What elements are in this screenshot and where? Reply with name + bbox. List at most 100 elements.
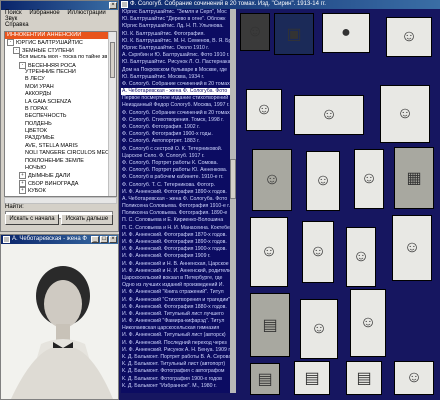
tree-item[interactable]: НОЧЬЮ xyxy=(5,165,116,172)
list-item[interactable]: Юргис Балтрушайтис. "Земля и Серп", Мос xyxy=(121,9,230,16)
list-item[interactable]: К. Д. Бальмонт. Титульный лист (автопорт… xyxy=(121,361,230,368)
list-item[interactable]: Царскосельский вокзал в Петербурге, где xyxy=(121,275,230,282)
list-item[interactable]: И. Ф. Анненский и Н. В. Анненская, Царск… xyxy=(121,261,230,268)
tree-item[interactable]: ПОЛДЕНЬ xyxy=(5,121,116,128)
tree-scrollbar[interactable] xyxy=(108,32,116,196)
tree-item[interactable]: - ЮРГИС БАЛТРУШАЙТИС xyxy=(5,39,116,47)
list-item[interactable]: И. Ф. Анненский. Фотография 1890-х годов… xyxy=(121,239,230,246)
book-cover-thumb-3[interactable]: ▤ xyxy=(250,363,280,395)
list-item[interactable]: Ю. Балтрушайтис. Рисунок Л. О. Пастернак… xyxy=(121,59,230,66)
list-item[interactable]: И. Ф. Анненский. Фотография 1890-х годов… xyxy=(121,189,230,196)
collapse-icon[interactable]: - xyxy=(19,61,26,69)
illustration-list[interactable]: Юргис Балтрушайтис. "Земля и Серп", Мос Ю… xyxy=(121,9,230,393)
portrait-thumb-4[interactable]: ☺ xyxy=(380,85,430,143)
tree-item[interactable]: - ВЕСЕННЯЯ РОСА xyxy=(5,61,116,69)
list-item[interactable]: Царское Село. Ф. Сологуб. 1917 г. xyxy=(121,153,230,160)
list-item[interactable]: А. Чеботаревская - жена Ф. Сологуба. Фот… xyxy=(121,88,230,96)
portrait-thumb-14[interactable]: ☺ xyxy=(394,361,434,395)
list-item[interactable]: Ф. Сологуб. Фотография 1900-х годы. xyxy=(121,131,230,138)
list-window-titlebar[interactable]: Ф. Сологуб. Собрание сочинений в 20 тома… xyxy=(119,0,440,9)
list-item[interactable]: И. Ф. Анненский и Н. И. Анненский, родит… xyxy=(121,268,230,275)
list-item[interactable]: И. Ф. Анненский. Фотография 1909 г. xyxy=(121,253,230,260)
list-item[interactable]: И. Ф. Анненский "Книга отражений". Титул xyxy=(121,289,230,296)
tree-item[interactable]: NOLI TANGERE CIRCULOS MEOS xyxy=(5,150,116,157)
list-item[interactable]: Юргис Балтрушайтис. Лд. Н. П. Ульянова. xyxy=(121,23,230,30)
tree-item[interactable]: Вся мысль моя - тоска по тайне зв xyxy=(5,54,116,61)
list-item[interactable]: Ф. Сологуб. Стихотворения. Томск, 1998 г… xyxy=(121,117,230,124)
list-item[interactable]: И. Ф. Анненский "Стихотворения и трагеди… xyxy=(121,297,230,304)
tree-horizontal-scrollbar[interactable] xyxy=(4,197,117,204)
group-photo-thumb[interactable]: ☺ xyxy=(294,95,364,135)
circle-photo-thumb[interactable]: ● xyxy=(322,13,370,53)
collapse-icon[interactable]: - xyxy=(7,39,14,47)
list-item[interactable]: Ф. Сологуб в рабочем кабинете. 1910-е гг… xyxy=(121,174,230,181)
tree-item[interactable]: + СБОР ВИНОГРАДА xyxy=(5,179,116,187)
photo-window-titlebar[interactable]: А. Чеботаревская - жена Ф _ □ × xyxy=(1,235,118,244)
expand-icon[interactable]: + xyxy=(19,187,26,195)
list-item[interactable]: И. Ф. Анненский. Титульный лист лучшего xyxy=(121,311,230,318)
tree-item[interactable]: АККОРДЫ xyxy=(5,91,116,98)
list-item[interactable]: К. Д. Бальмонт. Фотография 1900-х годов xyxy=(121,376,230,383)
list-item[interactable]: А. Чеботаревская - жена Ф. Сологуба. Фот… xyxy=(121,196,230,203)
list-item[interactable]: И. Ф. Анненский. Рисунок А. Н. Бенуа. 19… xyxy=(121,347,230,354)
building-thumb[interactable]: ▦ xyxy=(394,147,434,209)
portrait-thumb-13[interactable]: ☺ xyxy=(350,289,386,357)
tree-item[interactable]: УТРЕННИЕ ПЕСНИ xyxy=(5,69,116,76)
portrait-thumb-1[interactable]: ☺ xyxy=(240,13,270,51)
list-item[interactable]: Первое посмертное издание стихотворений xyxy=(121,95,230,102)
list-item[interactable]: И. Ф. Анненский. Фотография 1880-х годов… xyxy=(121,304,230,311)
list-item[interactable]: П. С. Соловьева и Н. И. Манасеина. Кокте… xyxy=(121,225,230,232)
portrait-thumb-11[interactable]: ☺ xyxy=(392,215,432,281)
tree-item[interactable]: РАЗДУМЬЕ xyxy=(5,135,116,142)
portrait-thumb-10[interactable]: ☺ xyxy=(346,227,376,287)
list-item[interactable]: Ю. К. Балтрушайтис. М. Н. Семенов, В. Я.… xyxy=(121,38,230,45)
collapse-icon[interactable]: - xyxy=(13,46,20,54)
list-item[interactable]: Юргис Балтрушайтис. Около 1910 г. xyxy=(121,45,230,52)
list-item[interactable]: Ф. Сологуб. Фотография. 1902 г. xyxy=(121,124,230,131)
list-item[interactable]: Ю. К. Балтрушайтис. Фотография. xyxy=(121,31,230,38)
list-item[interactable]: Ю. Балтрушайтис. Москва, 1934 г. xyxy=(121,74,230,81)
search-next-button[interactable]: Искать дальше xyxy=(61,214,113,225)
list-item[interactable]: Поликсена Соловьева. Фотография. 1890-е xyxy=(121,210,230,217)
expand-icon[interactable]: + xyxy=(19,179,26,187)
list-item[interactable]: Ф. Сологуб. Портрет работы Ю. Анненкова. xyxy=(121,167,230,174)
tree-item[interactable]: ПОКЛОНЕНИЕ ЗЕМЛЕ xyxy=(5,158,116,165)
close-icon[interactable]: × xyxy=(109,2,117,9)
list-item[interactable]: К. Д. Бальмонт. Портрет работы В. А. Сер… xyxy=(121,354,230,361)
list-item[interactable]: Ю. Балтрушайтис "Дерево в огне". Обложк xyxy=(121,16,230,23)
menu-item-illustrations[interactable]: Иллюстрации xyxy=(67,10,105,16)
tree-item[interactable]: LA GAIA SCIENZA xyxy=(5,99,116,106)
list-item[interactable]: Ф. Сологуб. Собрание сочинений в 20 тома… xyxy=(121,110,230,117)
menu-item-favorites[interactable]: Избранное xyxy=(29,10,59,16)
tree-item[interactable]: МОЙ УРАН xyxy=(5,84,116,91)
list-item[interactable]: И. Ф. Анненский. Титульный лист (авторск… xyxy=(121,332,230,339)
book-cover-thumb-1[interactable]: ▣ xyxy=(274,13,314,55)
menu-item-help[interactable]: Справка xyxy=(5,22,29,28)
portrait-thumb-7[interactable]: ☺ xyxy=(354,149,384,209)
portrait-thumb-8[interactable]: ☺ xyxy=(250,217,288,287)
list-item[interactable]: И. Ф. Анненский. Фотография 1900-х годов… xyxy=(121,246,230,253)
portrait-thumb-9[interactable]: ☺ xyxy=(302,221,334,283)
list-item[interactable]: И. Ф. Анненский. Последний переход через xyxy=(121,340,230,347)
tree-item[interactable]: + ДЫМНЫЕ ДАЛИ xyxy=(5,172,116,180)
book-cover-thumb-4[interactable]: ▤ xyxy=(294,361,330,395)
tree-item[interactable]: + КУБОК xyxy=(5,187,116,195)
tree-item[interactable]: - ЗЕМНЫЕ СТУПЕНИ xyxy=(5,46,116,54)
list-item[interactable]: Ф. Сологуб с сестрой О. К. Тетерниковой. xyxy=(121,146,230,153)
close-icon[interactable]: × xyxy=(109,236,117,243)
list-item[interactable]: П. С. Соловьева и Е. Кириенко-Волошина xyxy=(121,217,230,224)
list-item[interactable]: Одно из лучших изданий произведений И. xyxy=(121,282,230,289)
list-item[interactable]: Ф. Сологуб. Автопортрет. 1883 г. xyxy=(121,138,230,145)
list-item[interactable]: Ф. Сологуб. Т. С. Тетерникова. Фотогр. xyxy=(121,182,230,189)
list-item[interactable]: И. Ф. Анненский "Фамира-кифарэд". Титул xyxy=(121,318,230,325)
portrait-thumb-12[interactable]: ☺ xyxy=(300,299,338,359)
list-item[interactable]: Ф. Сологуб. Портрет работы К. Сомова. xyxy=(121,160,230,167)
search-from-start-button[interactable]: Искать с начала xyxy=(5,214,59,225)
portrait-thumb-3[interactable]: ☺ xyxy=(246,89,282,131)
list-item[interactable]: К. Д. Бальмонт "Избранное". М., 1980 г. xyxy=(121,383,230,390)
tree-item[interactable]: В ЛЕСУ xyxy=(5,76,116,83)
list-item[interactable]: Дом на Покровском бульваре в Москве, где xyxy=(121,67,230,74)
maximize-icon[interactable]: □ xyxy=(100,236,108,243)
tree-window-titlebar[interactable]: × xyxy=(1,1,118,10)
list-item[interactable]: И. Ф. Анненский. Фотография 1870-х годов… xyxy=(121,232,230,239)
